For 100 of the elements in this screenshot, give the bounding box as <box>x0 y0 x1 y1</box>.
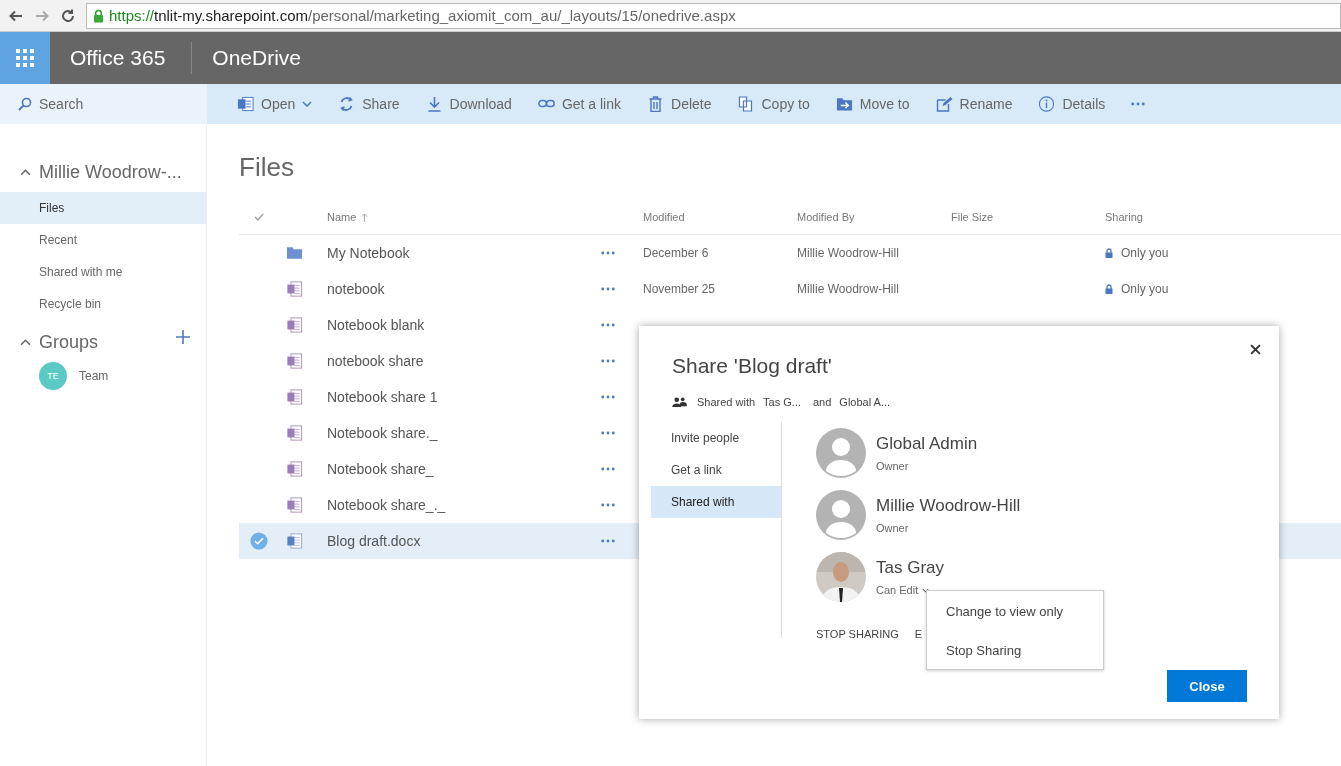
command-button[interactable]: Get a link <box>537 92 629 116</box>
person-link[interactable]: Global A... <box>839 396 891 408</box>
address-field[interactable]: https://tnlit-my.sharepoint.com/personal/marketing_axiomit_com_au/_layouts/15/onedrive.aspx <box>86 2 1341 29</box>
permission-label[interactable]: Can Edit <box>876 584 919 596</box>
checkmark-icon[interactable] <box>254 213 264 221</box>
ellipsis-icon[interactable] <box>601 503 615 507</box>
command-button[interactable]: Copy to <box>737 92 818 116</box>
ellipsis-icon[interactable] <box>601 539 615 543</box>
table-cell: Only you <box>1121 282 1169 296</box>
search-field[interactable]: Search <box>0 84 207 124</box>
add-icon[interactable] <box>176 330 190 344</box>
sort-arrow-icon <box>361 212 369 222</box>
dialog-tab[interactable]: Get a link <box>651 454 781 486</box>
notebook-file-icon <box>286 317 303 333</box>
group-link[interactable]: Team <box>79 369 109 383</box>
folder-icon <box>286 245 303 261</box>
shared-with-label: Shared with <box>697 396 756 408</box>
table-cell: December 6 <box>643 246 709 260</box>
ellipsis-icon[interactable] <box>601 467 615 471</box>
ellipsis-icon[interactable] <box>601 431 615 435</box>
folder-arrow-icon <box>835 96 853 112</box>
close-button[interactable]: Close <box>1167 670 1247 702</box>
app-launcher-button[interactable] <box>0 32 50 84</box>
person-name: Tas Gray <box>876 558 945 578</box>
command-button[interactable]: Download <box>425 92 520 116</box>
joiner-text: and <box>813 396 832 408</box>
app-title[interactable]: OneDrive <box>212 46 302 70</box>
info-icon <box>1038 96 1056 112</box>
ellipsis-icon[interactable] <box>601 251 615 255</box>
column-header[interactable]: Modified By <box>797 211 855 223</box>
table-cell: Millie Woodrow-Hill <box>797 282 899 296</box>
copy-icon <box>737 96 755 112</box>
notebook-file-icon <box>286 281 303 297</box>
table-cell: Millie Woodrow-Hill <box>797 246 899 260</box>
nav-item[interactable]: Recent <box>0 224 206 256</box>
caret-icon[interactable] <box>922 587 930 593</box>
selected-check-icon[interactable] <box>250 532 268 550</box>
dialog-title: Share 'Blog draft' <box>672 354 833 378</box>
person-link[interactable]: Tas G... <box>763 396 801 408</box>
command-button[interactable]: Rename <box>935 92 1021 116</box>
groups-header[interactable]: Groups <box>0 328 206 356</box>
file-name[interactable]: Notebook share._ <box>327 425 597 441</box>
column-header[interactable]: Name <box>327 211 357 223</box>
waffle-icon <box>16 49 34 67</box>
ellipsis-icon[interactable] <box>601 395 615 399</box>
action-link[interactable]: STOP SHARING <box>816 628 899 640</box>
dialog-tab[interactable]: Shared with <box>651 486 781 518</box>
reload-icon[interactable] <box>60 7 76 24</box>
command-button[interactable]: Open <box>237 92 321 116</box>
notebook-file-icon <box>286 425 303 441</box>
file-name[interactable]: Notebook share 1 <box>327 389 597 405</box>
person-name: Global Admin <box>876 434 978 454</box>
avatar-icon <box>816 490 866 540</box>
dialog-tab[interactable]: Invite people <box>651 422 781 454</box>
suite-brand[interactable]: Office 365 <box>70 46 166 70</box>
command-button[interactable]: Share <box>338 92 408 116</box>
chevron-icon <box>20 338 31 346</box>
lock-icon <box>1105 284 1113 294</box>
user-section-header[interactable]: Millie Woodrow-... <box>0 158 206 186</box>
ellipsis-icon <box>1131 102 1146 106</box>
command-button[interactable]: Move to <box>835 92 918 116</box>
file-name[interactable]: notebook share <box>327 353 597 369</box>
action-link[interactable]: E <box>914 628 923 640</box>
notebook-file-icon <box>286 497 303 513</box>
ellipsis-icon[interactable] <box>601 323 615 327</box>
lock-icon <box>1105 248 1113 258</box>
nav-item[interactable]: Shared with me <box>0 256 206 288</box>
trash-icon <box>647 96 664 112</box>
notebook-file-icon <box>286 461 303 477</box>
lock-icon <box>93 8 104 23</box>
column-header[interactable]: Modified <box>643 211 685 223</box>
ellipsis-icon[interactable] <box>601 287 615 291</box>
column-header[interactable]: Sharing <box>1105 211 1143 223</box>
menu-item[interactable]: Stop Sharing <box>927 636 1103 675</box>
menu-item[interactable]: Change to view only <box>927 597 1103 636</box>
nav-item[interactable]: Recycle bin <box>0 288 206 320</box>
person-name: Millie Woodrow-Hill <box>876 496 1021 516</box>
column-header[interactable]: File Size <box>951 211 994 223</box>
file-name[interactable]: notebook <box>327 281 597 297</box>
permission-label: Owner <box>876 522 909 534</box>
command-button[interactable]: Delete <box>647 92 720 116</box>
caret-icon <box>302 101 313 107</box>
command-button[interactable]: Details <box>1038 92 1114 116</box>
file-name[interactable]: Notebook share_ <box>327 461 597 477</box>
file-name[interactable]: Blog draft.docx <box>327 533 597 549</box>
close-icon[interactable] <box>1250 344 1261 355</box>
file-name[interactable]: Notebook blank <box>327 317 597 333</box>
notebook-file-icon <box>286 389 303 405</box>
file-name[interactable]: Notebook share_._ <box>327 497 597 513</box>
ellipsis-icon[interactable] <box>601 359 615 363</box>
people-icon <box>672 396 687 408</box>
document-icon <box>237 96 254 112</box>
permission-label: Owner <box>876 460 909 472</box>
chevron-icon <box>20 168 31 176</box>
group-avatar: TE <box>39 362 67 390</box>
nav-item[interactable]: Files <box>0 192 206 224</box>
document-file-icon <box>286 533 303 549</box>
table-cell: November 25 <box>643 282 716 296</box>
file-name[interactable]: My Notebook <box>327 245 597 261</box>
avatar-icon <box>816 428 866 478</box>
